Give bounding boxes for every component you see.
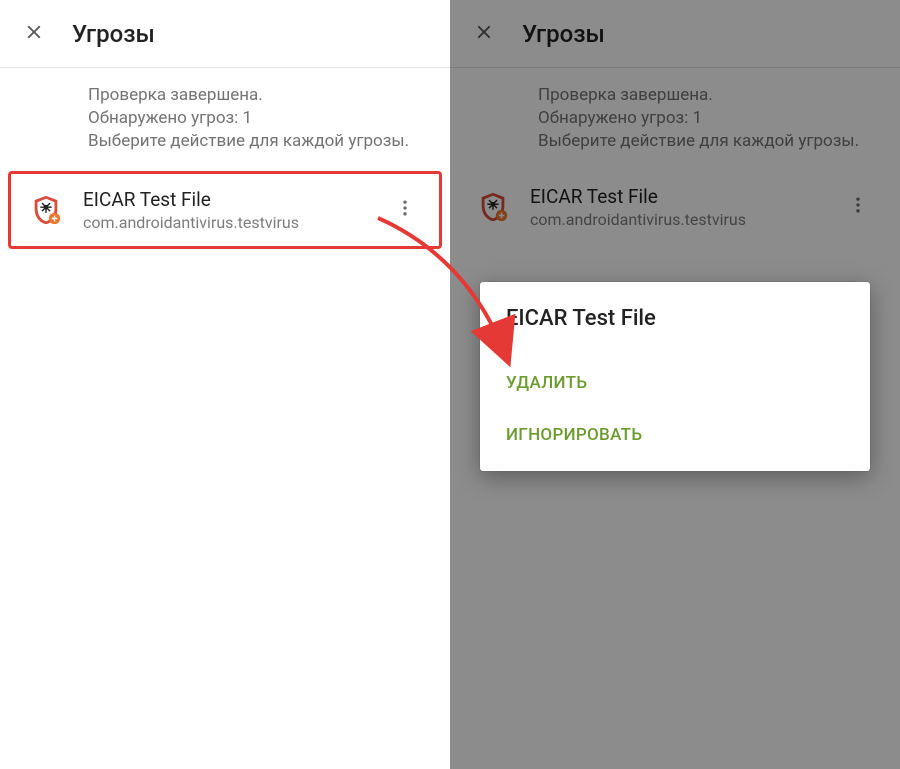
ignore-button[interactable]: ИГНОРИРОВАТЬ: [506, 409, 844, 461]
threat-text: EICAR Test File com.androidantivirus.tes…: [83, 188, 387, 232]
threat-row[interactable]: EICAR Test File com.androidantivirus.tes…: [8, 171, 442, 249]
threat-more-button[interactable]: [387, 192, 423, 228]
threat-name: EICAR Test File: [83, 188, 387, 211]
right-panel: Угрозы Проверка завершена. Обнаружено уг…: [450, 0, 900, 769]
threat-row[interactable]: EICAR Test File com.androidantivirus.tes…: [458, 171, 892, 243]
status-line: Выберите действие для каждой угрозы.: [88, 130, 426, 153]
action-popup: EICAR Test File УДАЛИТЬ ИГНОРИРОВАТЬ: [480, 282, 870, 471]
close-button[interactable]: [464, 14, 504, 54]
more-vert-icon: [848, 195, 868, 219]
threat-shield-icon: [474, 190, 530, 224]
page-title: Угрозы: [522, 20, 605, 48]
threat-text: EICAR Test File com.androidantivirus.tes…: [530, 185, 840, 229]
topbar: Угрозы: [0, 0, 450, 68]
status-line: Обнаружено угроз: 1: [88, 107, 426, 130]
status-line: Проверка завершена.: [538, 84, 876, 107]
status-line: Проверка завершена.: [88, 84, 426, 107]
threat-more-button[interactable]: [840, 189, 876, 225]
threat-name: EICAR Test File: [530, 185, 840, 208]
popup-title: EICAR Test File: [506, 306, 844, 331]
topbar: Угрозы: [450, 0, 900, 68]
more-vert-icon: [395, 198, 415, 222]
status-line: Выберите действие для каждой угрозы.: [538, 130, 876, 153]
status-line: Обнаружено угроз: 1: [538, 107, 876, 130]
left-panel: Угрозы Проверка завершена. Обнаружено уг…: [0, 0, 450, 769]
threat-shield-icon: [27, 193, 83, 227]
close-icon: [473, 21, 495, 47]
close-button[interactable]: [14, 14, 54, 54]
close-icon: [23, 21, 45, 47]
scan-status: Проверка завершена. Обнаружено угроз: 1 …: [0, 68, 450, 171]
threat-package: com.androidantivirus.testvirus: [83, 213, 387, 232]
scan-status: Проверка завершена. Обнаружено угроз: 1 …: [450, 68, 900, 171]
threat-package: com.androidantivirus.testvirus: [530, 210, 840, 229]
delete-button[interactable]: УДАЛИТЬ: [506, 357, 844, 409]
page-title: Угрозы: [72, 20, 155, 48]
